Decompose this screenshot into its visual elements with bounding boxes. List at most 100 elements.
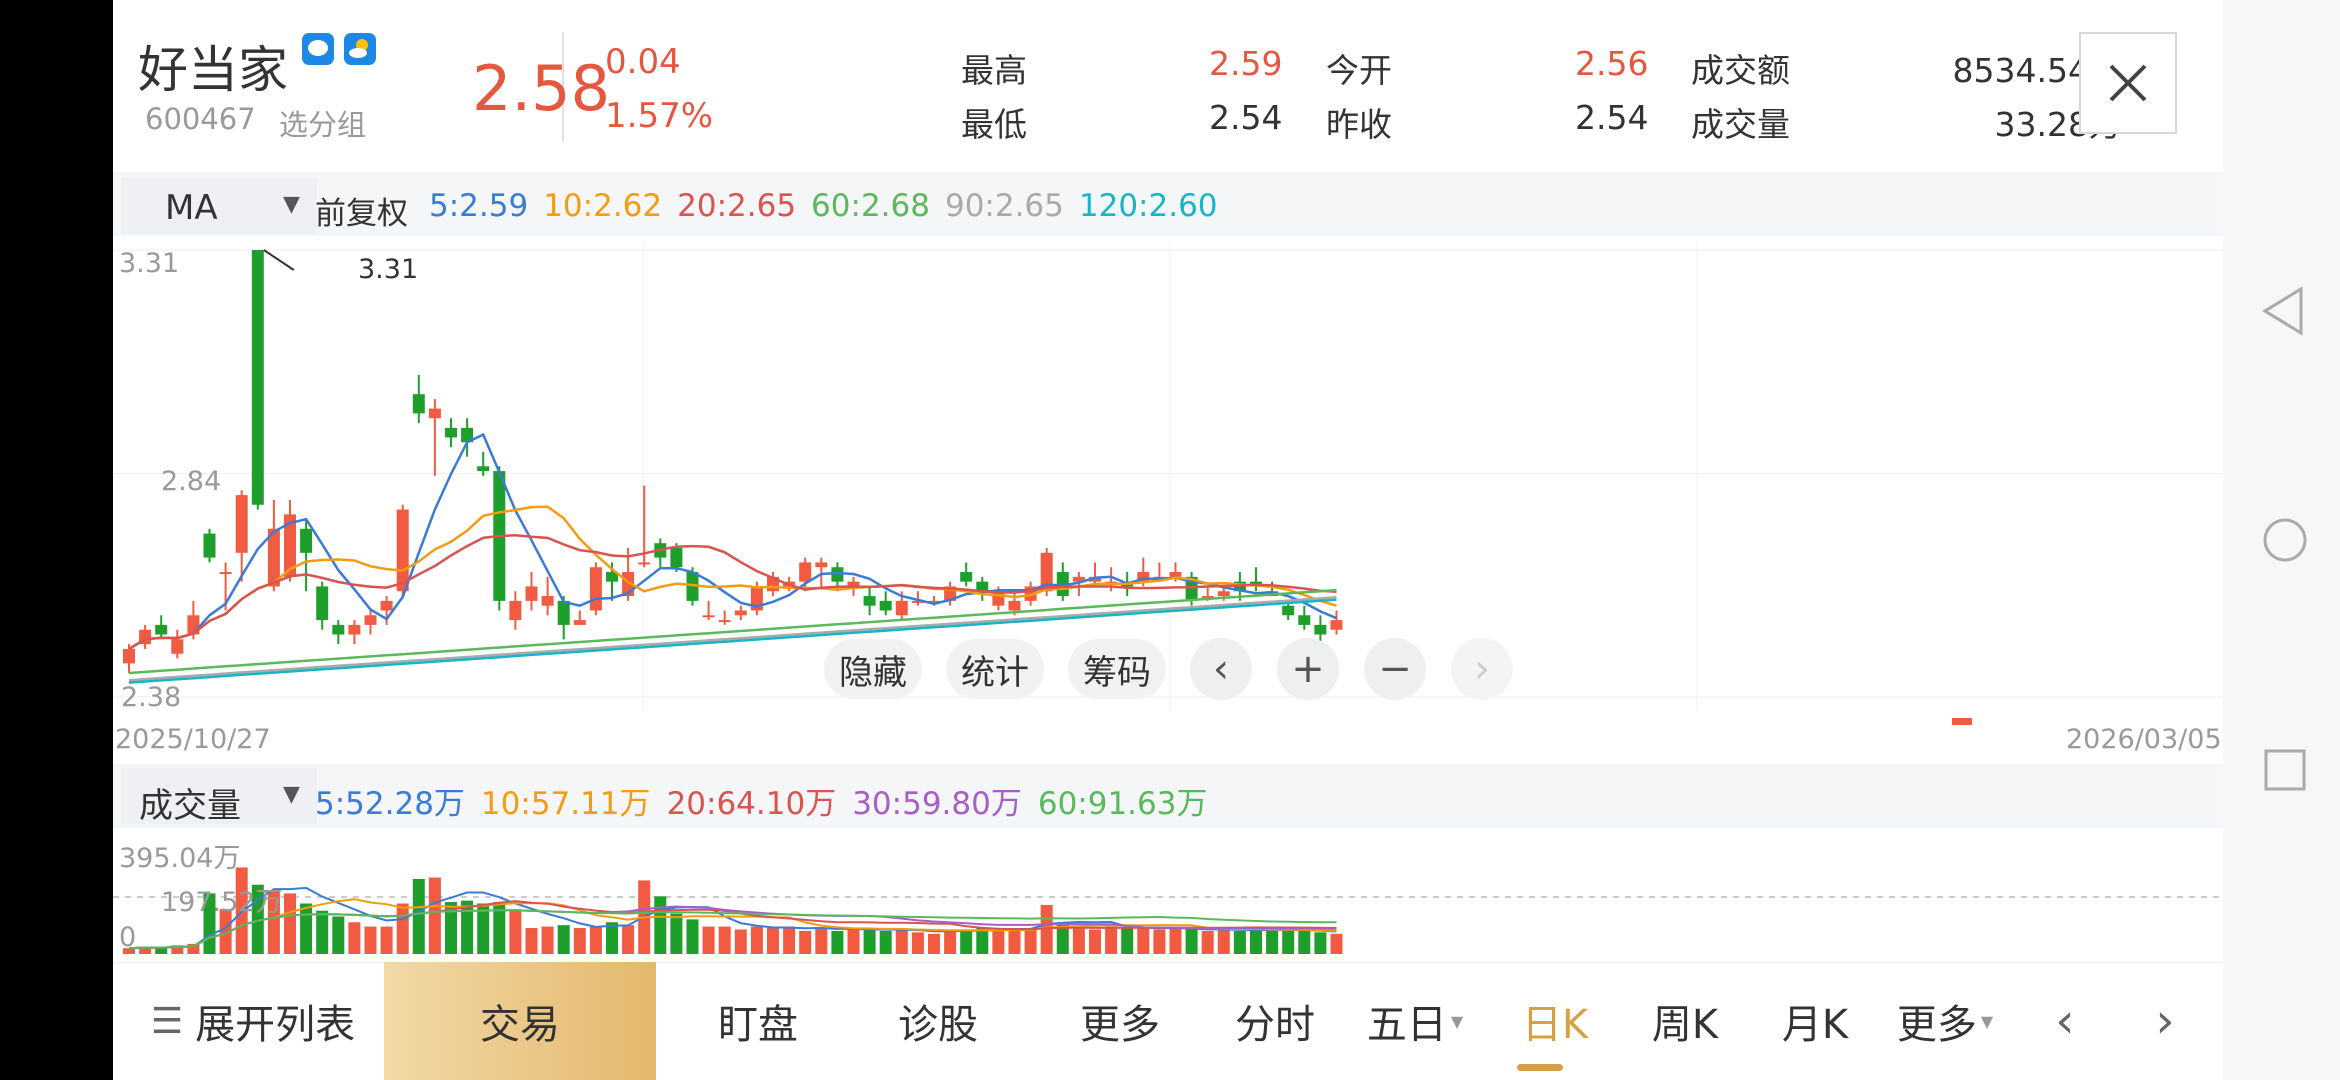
weather-icon[interactable] bbox=[344, 33, 376, 65]
low-value: 2.54 bbox=[1209, 98, 1283, 137]
volume-axis-mid: 197.52万 bbox=[161, 887, 283, 918]
volume-label: 成交量 bbox=[1691, 105, 1790, 144]
volume-bar bbox=[412, 878, 425, 954]
volume-bar bbox=[1169, 928, 1182, 954]
volume-bar bbox=[976, 928, 989, 954]
candle bbox=[654, 538, 667, 568]
tab-five-day[interactable]: 五日 ▼ bbox=[1340, 962, 1490, 1080]
prev-close-value: 2.54 bbox=[1575, 98, 1649, 137]
volume-bar bbox=[1282, 929, 1295, 954]
volume-bar bbox=[364, 926, 377, 954]
volume-bar bbox=[879, 930, 892, 954]
volume-bar bbox=[1266, 930, 1279, 954]
stock-code: 600467 bbox=[145, 102, 256, 136]
high-label: 最高 bbox=[961, 51, 1027, 90]
volume-bar bbox=[734, 929, 747, 954]
price-axis-top: 3.31 bbox=[119, 248, 180, 279]
candle bbox=[960, 562, 973, 587]
volume-bar bbox=[155, 947, 168, 954]
hide-button[interactable]: 隐藏 bbox=[824, 639, 922, 699]
more-button[interactable]: 更多 bbox=[1040, 962, 1200, 1080]
close-button[interactable] bbox=[2079, 32, 2177, 134]
candle bbox=[589, 562, 602, 616]
ma90-value: 90:2.65 bbox=[944, 188, 1064, 224]
minus-icon: − bbox=[1378, 646, 1412, 692]
volume-bar bbox=[863, 929, 876, 954]
expand-list-button[interactable]: ☰ 展开列表 bbox=[133, 962, 373, 1080]
stock-panel: 好当家 600467 选分组 2.58 0.04 1.57% 最高 2.59 最… bbox=[113, 0, 2223, 1080]
volume-bar bbox=[525, 928, 538, 954]
ma-values: 5:2.59 10:2.62 20:2.65 60:2.68 90:2.65 1… bbox=[429, 188, 1218, 224]
home-icon[interactable] bbox=[2261, 516, 2309, 564]
volume-ma-values: 5:52.28万 10:57.11万 20:64.10万 30:59.80万 6… bbox=[315, 778, 1207, 823]
ma-selector[interactable]: MA ▼ bbox=[121, 178, 317, 234]
volume-bar bbox=[702, 926, 715, 954]
scroll-left-button[interactable]: ‹ bbox=[1190, 638, 1252, 700]
candle bbox=[348, 620, 361, 645]
volume-bar bbox=[992, 930, 1005, 954]
volume-bar bbox=[573, 928, 586, 954]
back-icon[interactable] bbox=[2261, 285, 2305, 337]
adjust-mode[interactable]: 前复权 bbox=[315, 188, 408, 233]
volume-bar bbox=[1330, 933, 1343, 954]
watch-button[interactable]: 盯盘 bbox=[678, 962, 838, 1080]
candle bbox=[879, 591, 892, 616]
volume-bar bbox=[1105, 926, 1118, 954]
candle bbox=[525, 572, 538, 611]
open-label: 今开 bbox=[1326, 51, 1392, 90]
chevron-right-icon: › bbox=[1474, 646, 1490, 692]
high-value: 2.59 bbox=[1209, 44, 1283, 83]
volume-bar bbox=[284, 893, 296, 954]
tab-daily-k[interactable]: 日K bbox=[1490, 962, 1620, 1080]
volume-selector[interactable]: 成交量 ▼ bbox=[121, 768, 317, 826]
diagnose-button[interactable]: 诊股 bbox=[858, 962, 1018, 1080]
volume-bar bbox=[606, 922, 618, 954]
candle bbox=[428, 399, 441, 476]
trade-button[interactable]: 交易 bbox=[384, 962, 656, 1080]
candle bbox=[364, 610, 377, 635]
volume-bar bbox=[1217, 929, 1230, 954]
volume-chart[interactable] bbox=[113, 832, 2223, 958]
candle bbox=[155, 615, 168, 640]
volume-bar bbox=[316, 910, 329, 954]
volume-bar bbox=[622, 925, 635, 954]
candle bbox=[316, 581, 329, 630]
candle bbox=[718, 610, 731, 625]
low-label: 最低 bbox=[961, 105, 1027, 144]
volume-axis-zero: 0 bbox=[119, 922, 137, 953]
volume-bar bbox=[1153, 929, 1166, 954]
dropdown-arrow-icon: ▼ bbox=[283, 192, 300, 217]
volume-bar bbox=[1137, 928, 1150, 954]
candle bbox=[1056, 562, 1069, 601]
dropdown-arrow-icon: ▼ bbox=[283, 782, 300, 807]
group-select[interactable]: 选分组 bbox=[279, 102, 366, 144]
volume-bar bbox=[767, 928, 779, 954]
tab-intraday[interactable]: 分时 bbox=[1210, 962, 1340, 1080]
candle bbox=[734, 605, 747, 621]
volume-bar bbox=[509, 909, 522, 954]
stats-button[interactable]: 统计 bbox=[946, 639, 1044, 699]
candle bbox=[541, 576, 554, 616]
volume-bar bbox=[300, 903, 313, 954]
scroll-right-button[interactable]: › bbox=[1451, 638, 1513, 700]
volume-bar bbox=[1298, 930, 1311, 954]
candle bbox=[139, 624, 152, 649]
tab-weekly-k[interactable]: 周K bbox=[1620, 962, 1750, 1080]
volume-bar bbox=[1233, 930, 1246, 954]
volume-bar bbox=[654, 896, 667, 954]
zoom-in-button[interactable]: + bbox=[1277, 638, 1339, 700]
zoom-out-button[interactable]: − bbox=[1364, 638, 1426, 700]
tab-monthly-k[interactable]: 月K bbox=[1750, 962, 1880, 1080]
candlestick-chart[interactable] bbox=[113, 242, 2223, 712]
volume-bar bbox=[831, 930, 844, 954]
chips-button[interactable]: 筹码 bbox=[1068, 639, 1166, 699]
candle bbox=[380, 596, 393, 625]
dropdown-arrow-icon: ▼ bbox=[1450, 1011, 1464, 1031]
volume-bar bbox=[1250, 929, 1262, 954]
volume-bar bbox=[380, 926, 393, 954]
plus-icon: + bbox=[1291, 646, 1325, 692]
price-change-pct: 1.57% bbox=[605, 96, 714, 136]
volume-bar bbox=[686, 919, 699, 954]
chat-icon[interactable] bbox=[302, 33, 334, 65]
ma5-value: 5:2.59 bbox=[429, 188, 529, 224]
